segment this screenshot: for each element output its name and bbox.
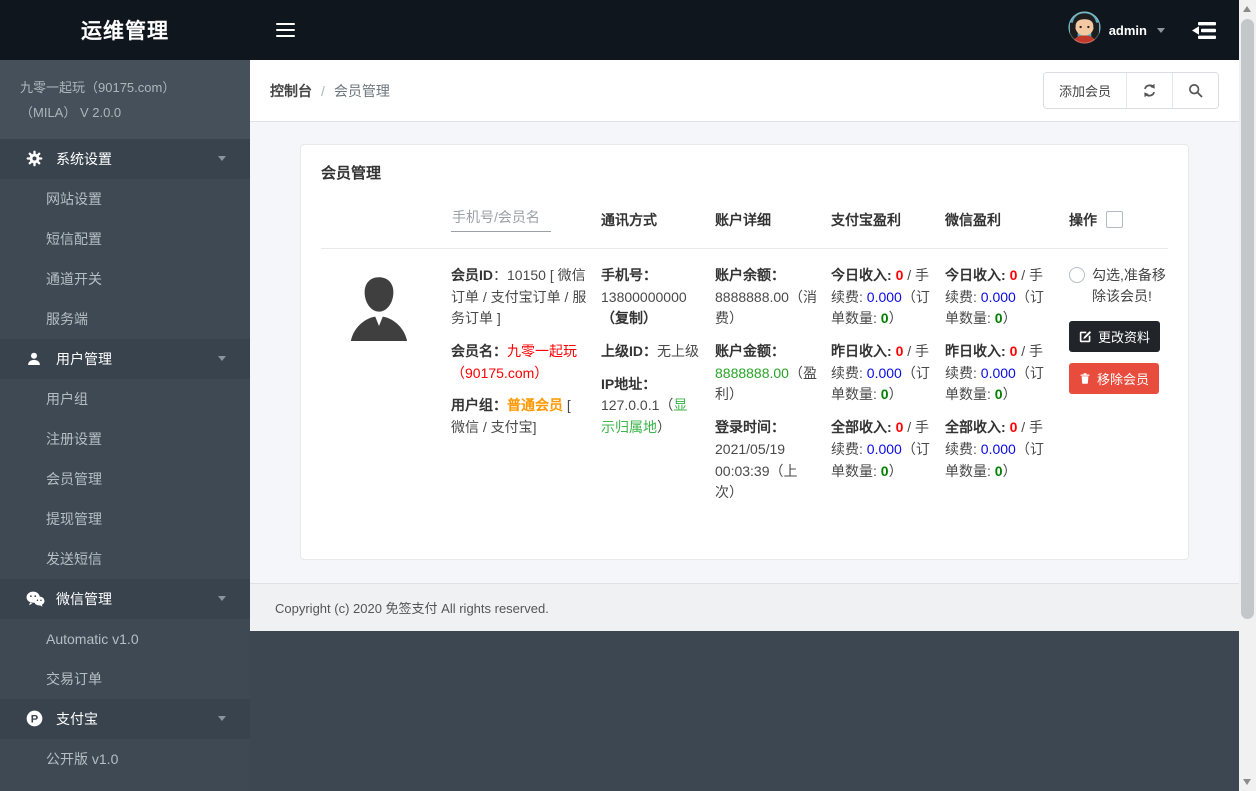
toolbar-button-group: 添加会员	[1043, 72, 1219, 109]
breadcrumb-current: 会员管理	[334, 81, 390, 101]
content-header: 控制台 / 会员管理 添加会员	[250, 60, 1239, 122]
page-scrollbar[interactable]	[1239, 0, 1256, 791]
sidebar-item-member-management[interactable]: 会员管理	[0, 459, 250, 499]
copyright-text: Copyright (c) 2020 免签支付 All rights reser…	[275, 601, 549, 616]
account-cell: 账户余额：8888888.00（消费） 账户金额：8888888.00（盈利） …	[715, 265, 831, 515]
sidebar-item-channel-switch[interactable]: 通道开关	[0, 259, 250, 299]
member-search-input[interactable]	[451, 207, 551, 232]
table-header-row: 通讯方式 账户详细 支付宝盈利 微信盈利 操作	[321, 207, 1168, 248]
sidebar-item-send-sms[interactable]: 发送短信	[0, 539, 250, 579]
refresh-button[interactable]	[1127, 73, 1173, 108]
sidebar-item-system-settings[interactable]: 系统设置	[0, 139, 250, 179]
remove-member-button[interactable]: 移除会员	[1069, 363, 1159, 394]
app-logo: 运维管理	[0, 15, 250, 45]
sidebar-item-alipay-orders[interactable]: 交易订单	[0, 779, 250, 791]
sidebar-item-automatic-v1[interactable]: Automatic v1.0	[0, 619, 250, 659]
chevron-down-icon	[1157, 28, 1165, 33]
chevron-down-icon	[218, 716, 226, 721]
card-title: 会员管理	[321, 162, 1168, 183]
edit-profile-button[interactable]: 更改资料	[1069, 321, 1160, 352]
sidebar-menu: 系统设置 网站设置 短信配置 通道开关 服务端 用户管理 用户组	[0, 139, 250, 791]
content-area: 会员管理 通讯方式 账户详细 支付宝盈利 微信盈利 操作	[250, 122, 1239, 583]
footer: Copyright (c) 2020 免签支付 All rights reser…	[250, 583, 1239, 631]
user-menu[interactable]: admin	[1068, 11, 1165, 49]
search-icon	[1188, 83, 1203, 98]
sidebar-item-website-settings[interactable]: 网站设置	[0, 179, 250, 219]
ops-cell: 勾选,准备移除该会员! 更改资料	[1069, 265, 1184, 515]
sidebar-item-user-management[interactable]: 用户管理	[0, 339, 250, 379]
select-all-checkbox[interactable]	[1106, 211, 1123, 228]
site-name: 九零一起玩（90175.com）	[20, 75, 230, 100]
sidebar-item-sms-config[interactable]: 短信配置	[0, 219, 250, 259]
col-header-account: 账户详细	[715, 210, 831, 230]
add-member-button[interactable]: 添加会员	[1044, 73, 1127, 108]
col-header-contact: 通讯方式	[601, 210, 715, 230]
alipay-profit-cell: 今日收入: 0 / 手续费: 0.000（订单数量: 0） 昨日收入: 0 / …	[831, 265, 945, 515]
wechat-icon	[26, 591, 48, 607]
sidebar: 九零一起玩（90175.com） （MILA） V 2.0.0	[0, 60, 250, 791]
sidebar-item-register-settings[interactable]: 注册设置	[0, 419, 250, 459]
sidebar-item-withdrawal-management[interactable]: 提现管理	[0, 499, 250, 539]
page-background	[250, 631, 1239, 791]
sidebar-item-wechat-orders[interactable]: 交易订单	[0, 659, 250, 699]
remove-hint-label: 勾选,准备移除该会员!	[1092, 265, 1170, 307]
sidebar-item-server[interactable]: 服务端	[0, 299, 250, 339]
search-button[interactable]	[1173, 73, 1218, 108]
member-avatar-cell	[321, 265, 451, 515]
copy-link[interactable]: （复制）	[601, 310, 657, 326]
chevron-down-icon	[218, 596, 226, 601]
avatar	[1068, 11, 1101, 49]
site-version: （MILA） V 2.0.0	[20, 100, 230, 125]
col-header-alipay-profit: 支付宝盈利	[831, 210, 945, 230]
member-group-value: 普通会员	[507, 397, 563, 413]
remove-member-radio[interactable]	[1069, 267, 1085, 283]
member-management-card: 会员管理 通讯方式 账户详细 支付宝盈利 微信盈利 操作	[300, 144, 1189, 560]
sidebar-site-info: 九零一起玩（90175.com） （MILA） V 2.0.0	[0, 60, 250, 139]
breadcrumb: 控制台 / 会员管理	[270, 81, 390, 101]
person-silhouette-icon	[339, 271, 419, 351]
username-label: admin	[1109, 23, 1147, 38]
col-header-wechat-profit: 微信盈利	[945, 210, 1069, 230]
breadcrumb-home[interactable]: 控制台	[270, 81, 312, 101]
col-header-ops: 操作	[1069, 210, 1097, 230]
refresh-icon	[1142, 83, 1157, 98]
member-info-cell: 会员ID：10150 [ 微信订单 / 支付宝订单 / 服务订单 ] 会员名：九…	[451, 265, 601, 515]
table-row: 会员ID：10150 [ 微信订单 / 支付宝订单 / 服务订单 ] 会员名：九…	[321, 249, 1168, 515]
gear-icon	[26, 150, 48, 167]
contact-cell: 手机号：13800000000（复制） 上级ID：无上级 IP地址：127.0.…	[601, 265, 715, 515]
wechat-profit-cell: 今日收入: 0 / 手续费: 0.000（订单数量: 0） 昨日收入: 0 / …	[945, 265, 1069, 515]
sidebar-item-wechat-management[interactable]: 微信管理	[0, 579, 250, 619]
alipay-icon: P	[26, 710, 48, 727]
scrollbar-up-arrow[interactable]	[1243, 6, 1251, 12]
control-sidebar-toggle-icon[interactable]	[1191, 21, 1217, 40]
sidebar-item-public-v1[interactable]: 公开版 v1.0	[0, 739, 250, 779]
edit-icon	[1079, 330, 1092, 343]
app-window: 运维管理	[0, 0, 1256, 791]
sidebar-item-alipay[interactable]: P 支付宝	[0, 699, 250, 739]
user-icon	[26, 351, 48, 367]
scrollbar-thumb[interactable]	[1241, 19, 1254, 619]
scrollbar-down-arrow[interactable]	[1243, 779, 1251, 785]
menu-toggle-icon[interactable]	[268, 15, 303, 46]
svg-text:P: P	[31, 714, 39, 726]
chevron-down-icon	[218, 356, 226, 361]
trash-icon	[1079, 372, 1091, 385]
chevron-down-icon	[218, 156, 226, 161]
sidebar-item-user-groups[interactable]: 用户组	[0, 379, 250, 419]
top-navbar: 运维管理	[0, 0, 1239, 60]
